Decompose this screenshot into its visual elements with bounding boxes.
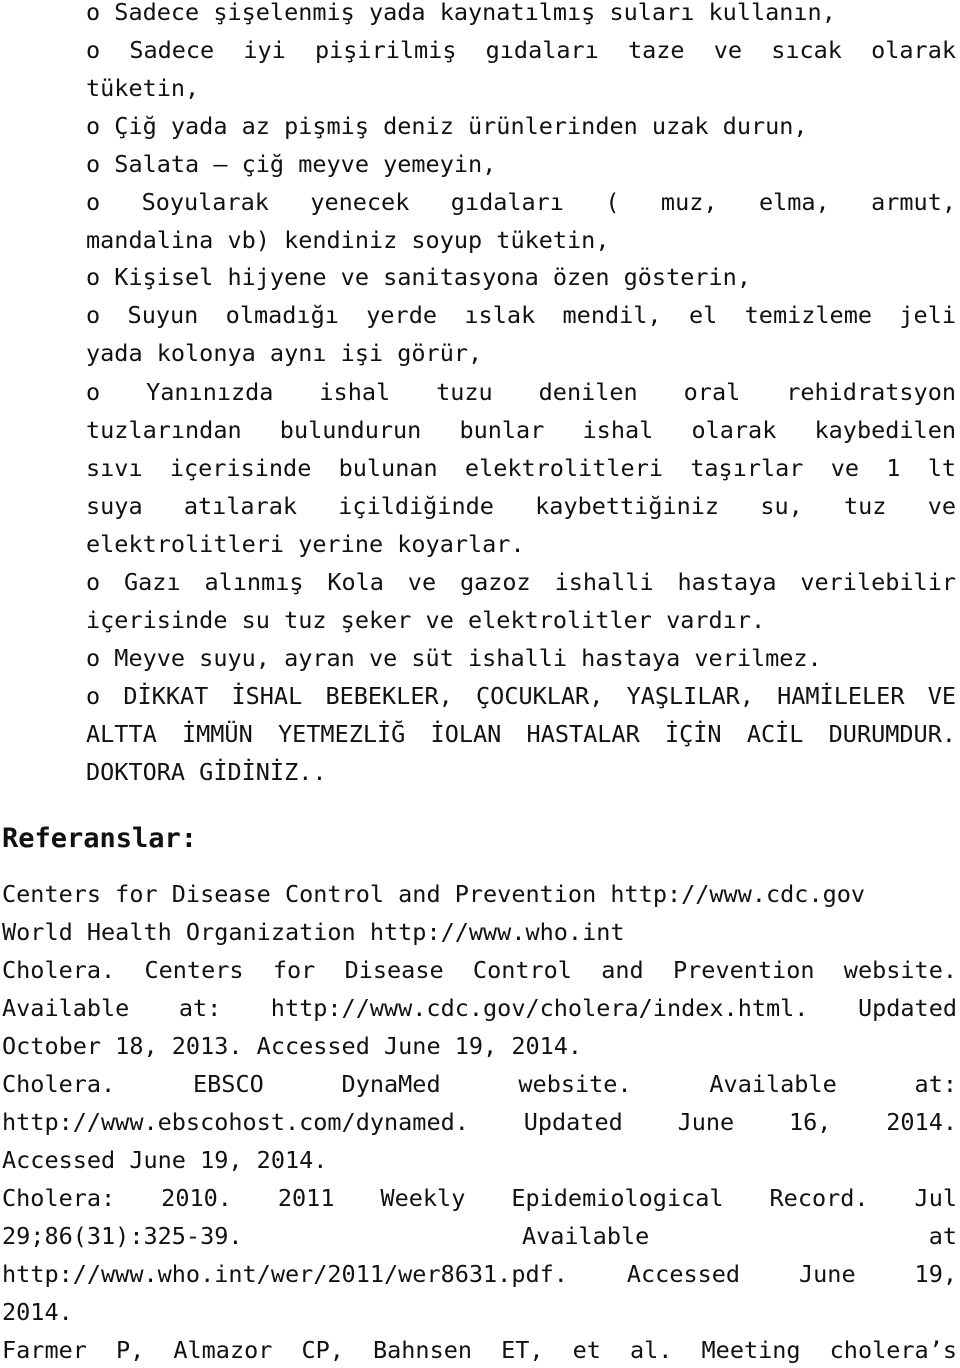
- list-item-continuation: tuzlarından bulundurun bunlar ishal olar…: [86, 416, 956, 444]
- list-item-continuation: elektrolitleri yerine koyarlar.: [86, 530, 525, 558]
- document-page: o Sadece şişelenmiş yada kaynatılmış sul…: [0, 0, 960, 1368]
- list-item-continuation: mandalina vb) kendiniz soyup tüketin,: [86, 226, 610, 254]
- list-item-continuation: DOKTORA GİDİNİZ..: [86, 758, 327, 786]
- reference-entry: World Health Organization http://www.who…: [2, 918, 625, 946]
- reference-entry: Cholera. EBSCO DynaMed website. Availabl…: [2, 1070, 957, 1098]
- list-item: o Meyve suyu, ayran ve süt ishalli hasta…: [86, 644, 822, 672]
- reference-entry: Cholera. Centers for Disease Control and…: [2, 956, 957, 984]
- list-item-continuation: tüketin,: [86, 74, 200, 102]
- reference-entry-continuation: http://www.ebscohost.com/dynamed. Update…: [2, 1108, 957, 1136]
- list-item: o Çiğ yada az pişmiş deniz ürünlerinden …: [86, 112, 808, 140]
- reference-entry-continuation: 29;86(31):325-39. Available at: [2, 1222, 957, 1250]
- reference-entry-continuation: Available at: http://www.cdc.gov/cholera…: [2, 994, 957, 1022]
- list-item: o DİKKAT İSHAL BEBEKLER, ÇOCUKLAR, YAŞLI…: [86, 682, 956, 710]
- reference-entry-continuation: http://www.who.int/wer/2011/wer8631.pdf.…: [2, 1260, 957, 1288]
- list-item-continuation: içerisinde su tuz şeker ve elektrolitler…: [86, 606, 766, 634]
- reference-entry-continuation: 2014.: [2, 1298, 73, 1326]
- list-item-continuation: suya atılarak içildiğinde kaybettiğiniz …: [86, 492, 956, 520]
- list-item: o Sadece şişelenmiş yada kaynatılmış sul…: [86, 0, 836, 26]
- reference-entry: Centers for Disease Control and Preventi…: [2, 880, 866, 908]
- list-item: o Gazı alınmış Kola ve gazoz ishalli has…: [86, 568, 956, 596]
- list-item: o Sadece iyi pişirilmiş gıdaları taze ve…: [86, 36, 956, 64]
- reference-entry-continuation: October 18, 2013. Accessed June 19, 2014…: [2, 1032, 583, 1060]
- list-item: o Salata – çiğ meyve yemeyin,: [86, 150, 497, 178]
- list-item: o Yanınızda ishal tuzu denilen oral rehi…: [86, 378, 956, 406]
- list-item: o Soyularak yenecek gıdaları ( muz, elma…: [86, 188, 956, 216]
- list-item-continuation: sıvı içerisinde bulunan elektrolitleri t…: [86, 454, 956, 482]
- reference-entry: Cholera: 2010. 2011 Weekly Epidemiologic…: [2, 1184, 957, 1212]
- reference-entry: Farmer P, Almazor CP, Bahnsen ET, et al.…: [2, 1336, 957, 1364]
- reference-entry-continuation: Accessed June 19, 2014.: [2, 1146, 328, 1174]
- list-item-continuation: ALTTA İMMÜN YETMEZLİĞ İOLAN HASTALAR İÇİ…: [86, 720, 956, 748]
- list-item-continuation: yada kolonya aynı işi görür,: [86, 339, 483, 367]
- list-item: o Kişisel hijyene ve sanitasyona özen gö…: [86, 263, 751, 291]
- list-item: o Suyun olmadığı yerde ıslak mendil, el …: [86, 301, 956, 329]
- references-heading: Referanslar:: [2, 823, 198, 854]
